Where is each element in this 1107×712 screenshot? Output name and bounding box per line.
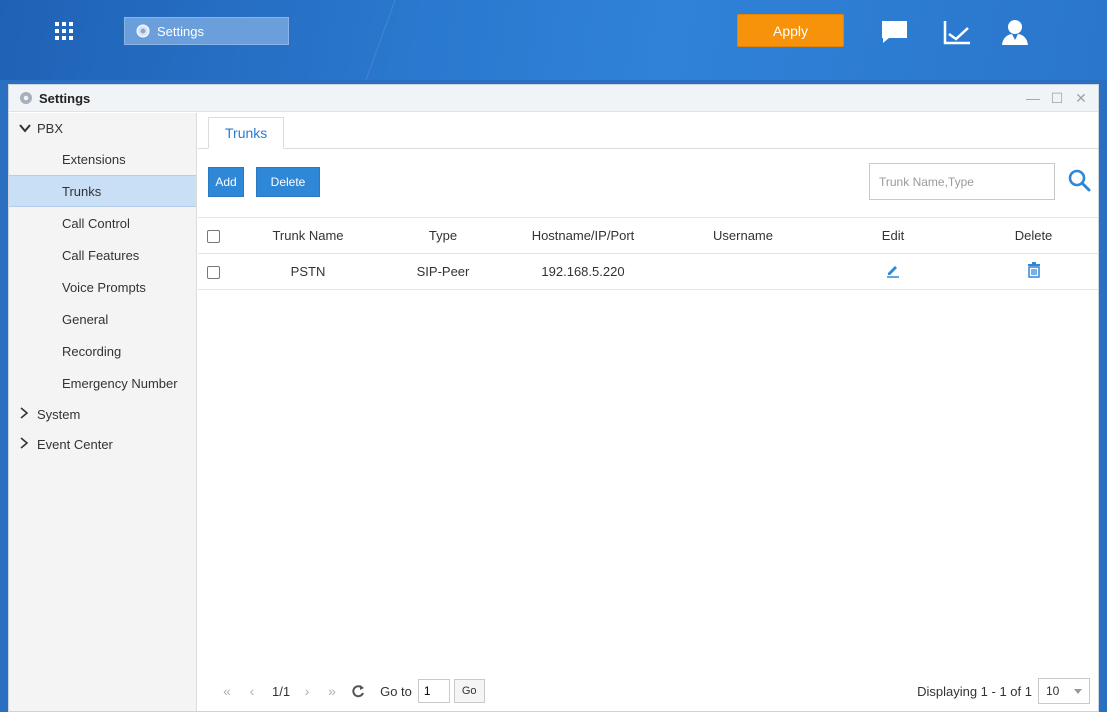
displaying-count: Displaying 1 - 1 of 1 (917, 683, 1032, 699)
column-header-type: Type (388, 217, 498, 254)
sidebar: PBX Extensions Trunks Call Control Call … (9, 113, 197, 711)
tab-trunks[interactable]: Trunks (208, 117, 285, 149)
window-title: Settings (39, 90, 91, 106)
gear-icon (136, 24, 150, 38)
sidebar-item-general[interactable]: General (9, 303, 196, 335)
tab-bar: Trunks (198, 113, 1098, 149)
select-all-checkbox[interactable] (206, 230, 220, 244)
search-input[interactable] (869, 163, 1055, 200)
caret-down-icon (1074, 689, 1082, 694)
main-panel: Trunks Add Delete Trunk Name Type Hostna… (198, 113, 1099, 711)
column-header-trunk-name: Trunk Name (228, 217, 388, 254)
search-icon[interactable] (1066, 167, 1094, 195)
sidebar-item-trunks[interactable]: Trunks (9, 175, 196, 207)
sidebar-group-label: Event Center (37, 436, 113, 452)
chart-icon[interactable] (942, 18, 972, 46)
desktop-topbar: Settings Apply (0, 0, 1107, 80)
first-page-icon[interactable]: « (216, 679, 238, 703)
trunks-table: Trunk Name Type Hostname/IP/Port Usernam… (198, 217, 1099, 290)
sidebar-item-recording[interactable]: Recording (9, 335, 196, 367)
trash-icon[interactable] (1027, 262, 1041, 278)
close-icon[interactable]: ✕ (1074, 90, 1088, 107)
sidebar-group-pbx[interactable]: PBX (9, 113, 196, 143)
apply-button[interactable]: Apply (737, 14, 844, 47)
minimize-icon[interactable]: — (1026, 90, 1040, 107)
row-checkbox[interactable] (206, 266, 220, 280)
sidebar-group-label: PBX (37, 120, 64, 136)
table-row[interactable]: PSTN SIP-Peer 192.168.5.220 (198, 253, 1099, 290)
settings-window: Settings — ☐ ✕ PBX Extensions Trunks Cal… (8, 84, 1099, 712)
last-page-icon[interactable]: » (321, 679, 343, 703)
chevron-right-icon (19, 436, 33, 452)
go-button[interactable]: Go (453, 679, 485, 703)
column-header-edit: Edit (818, 217, 968, 254)
sidebar-item-voice-prompts[interactable]: Voice Prompts (9, 271, 196, 303)
page-size-value: 10 (1046, 684, 1060, 698)
column-header-delete: Delete (968, 217, 1099, 254)
goto-page-input[interactable] (417, 679, 450, 703)
add-button[interactable]: Add (208, 167, 244, 197)
trunk-host-cell: 192.168.5.220 (498, 253, 668, 290)
trunk-username-cell (668, 253, 818, 290)
trunk-name-cell: PSTN (228, 253, 388, 290)
sidebar-item-emergency-number[interactable]: Emergency Number (9, 367, 196, 399)
page-indicator: 1/1 (272, 683, 291, 699)
column-header-hostname: Hostname/IP/Port (498, 217, 668, 254)
gear-icon (20, 92, 32, 104)
app-grid-icon[interactable] (55, 22, 73, 40)
chevron-down-icon (19, 121, 33, 136)
delete-button[interactable]: Delete (256, 167, 320, 197)
user-icon[interactable] (1000, 18, 1030, 46)
maximize-icon[interactable]: ☐ (1050, 90, 1064, 107)
sidebar-group-event-center[interactable]: Event Center (9, 429, 196, 459)
sidebar-item-call-features[interactable]: Call Features (9, 239, 196, 271)
edit-icon[interactable] (885, 262, 901, 278)
sidebar-item-call-control[interactable]: Call Control (9, 207, 196, 239)
trunk-type-cell: SIP-Peer (388, 253, 498, 290)
table-header-row: Trunk Name Type Hostname/IP/Port Usernam… (198, 217, 1099, 254)
chevron-right-icon (19, 406, 33, 422)
sidebar-item-extensions[interactable]: Extensions (9, 143, 196, 175)
column-header-username: Username (668, 217, 818, 254)
goto-label: Go to (380, 683, 412, 699)
message-icon[interactable] (880, 18, 910, 46)
refresh-icon[interactable] (350, 683, 366, 699)
next-page-icon[interactable]: › (296, 679, 318, 703)
sidebar-group-label: System (37, 406, 81, 422)
pager: « ‹ 1/1 › » Go to Go Displaying 1 - 1 of… (198, 671, 1098, 711)
prev-page-icon[interactable]: ‹ (241, 679, 263, 703)
taskbar-item-settings[interactable]: Settings (124, 17, 289, 45)
taskbar-item-label: Settings (157, 23, 204, 39)
toolbar: Add Delete (198, 149, 1098, 217)
sidebar-group-system[interactable]: System (9, 399, 196, 429)
window-titlebar[interactable]: Settings — ☐ ✕ (9, 85, 1098, 112)
page-size-select[interactable]: 10 (1038, 678, 1090, 704)
